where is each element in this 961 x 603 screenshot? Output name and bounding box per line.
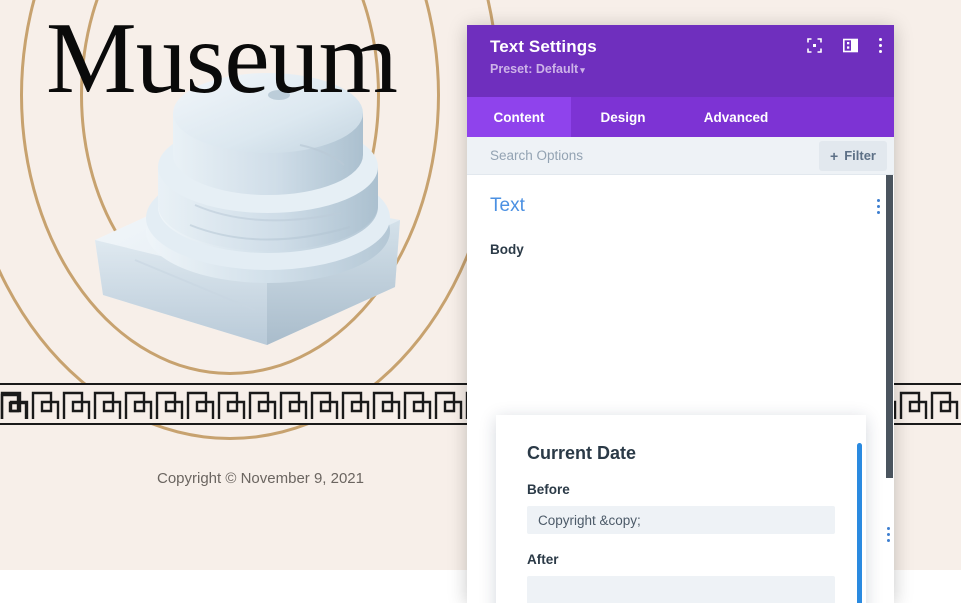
- plus-icon: +: [830, 148, 838, 164]
- dialog-title: Current Date: [527, 443, 835, 464]
- filter-button-label: Filter: [844, 148, 876, 163]
- tab-advanced[interactable]: Advanced: [675, 97, 797, 137]
- current-date-dialog: Current Date Before After Date Format De…: [496, 415, 866, 603]
- before-input[interactable]: [527, 506, 835, 534]
- panel-tabs: Content Design Advanced: [467, 97, 894, 137]
- field-after: After: [527, 552, 835, 603]
- panel-body: Text Body Current Date Before After Date: [467, 175, 894, 603]
- dialog-scroll-area: Current Date Before After Date Format De…: [496, 415, 866, 603]
- section-text-title[interactable]: Text: [490, 195, 871, 217]
- more-vertical-icon[interactable]: [879, 38, 882, 53]
- search-options-bar: + Filter: [467, 137, 894, 175]
- layout-panel-icon[interactable]: [843, 38, 858, 53]
- dialog-options-menu-icon[interactable]: [887, 527, 890, 542]
- section-options-menu-icon[interactable]: [877, 199, 880, 214]
- site-title: Museum: [46, 8, 397, 110]
- dialog-scrollbar[interactable]: [857, 443, 862, 603]
- field-before: Before: [527, 482, 835, 534]
- tab-content[interactable]: Content: [467, 97, 571, 137]
- after-input[interactable]: [527, 576, 835, 603]
- tab-design[interactable]: Design: [571, 97, 675, 137]
- panel-scrollbar-thumb[interactable]: [886, 175, 893, 478]
- preset-selector[interactable]: Preset: Default▾: [490, 62, 878, 76]
- site-copyright-text: Copyright © November 9, 2021: [0, 470, 521, 487]
- section-text: Text Body: [467, 175, 894, 257]
- chevron-down-icon: ▾: [580, 65, 585, 75]
- panel-header-icons: [807, 38, 882, 53]
- add-filter-button[interactable]: + Filter: [819, 141, 887, 171]
- field-body-label: Body: [490, 242, 871, 257]
- preset-label: Preset: Default: [490, 62, 578, 76]
- text-settings-panel: Text Settings Preset: Default▾: [467, 25, 894, 603]
- search-input[interactable]: [490, 148, 819, 163]
- focus-target-icon[interactable]: [807, 38, 822, 53]
- field-after-label: After: [527, 552, 835, 567]
- field-before-label: Before: [527, 482, 835, 497]
- panel-header: Text Settings Preset: Default▾: [467, 25, 894, 97]
